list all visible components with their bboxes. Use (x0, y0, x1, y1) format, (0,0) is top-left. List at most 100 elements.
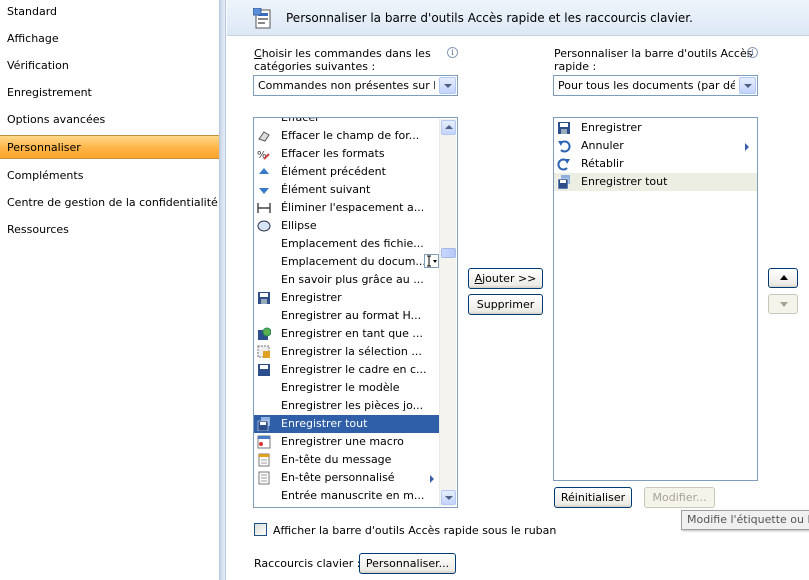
arrow-up-icon (780, 275, 788, 280)
list-item[interactable]: Annuler (554, 137, 757, 155)
show-below-ribbon-checkbox[interactable] (254, 523, 267, 536)
section-header: Personnaliser la barre d'outils Accès ra… (227, 0, 809, 36)
list-item[interactable]: Ellipse (254, 217, 440, 235)
save-all-icon (257, 417, 270, 431)
quick-access-label-line1: Personnaliser la barre d'outils Accès (554, 47, 753, 60)
nav-item-enregistrement[interactable]: Enregistrement (0, 81, 219, 105)
list-item-label: Enregistrer les pièces jo... (281, 399, 424, 412)
undo-icon (558, 140, 571, 153)
save-icon (558, 122, 570, 134)
quick-access-commands-list[interactable]: Enregistrer Annuler Rétablir Enregistrer… (553, 117, 758, 481)
save-frame-icon (258, 364, 270, 376)
chevron-down-icon[interactable] (739, 77, 756, 94)
nav-item-complements[interactable]: Compléments (0, 164, 219, 188)
keyboard-shortcuts-label: Raccourcis clavier : (254, 557, 361, 570)
nav-item-centre-confidentialite[interactable]: Centre de gestion de la confidentialité (0, 191, 219, 215)
reset-button[interactable]: Réinitialiser (554, 487, 632, 508)
list-item-selected[interactable]: Enregistrer tout (254, 415, 440, 433)
list-item[interactable]: Enregistrer au format H... (254, 307, 440, 325)
chevron-down-icon[interactable] (439, 77, 456, 94)
ellipse-icon (257, 220, 271, 232)
choose-commands-label-line1: Choisir les commandes dans les (254, 47, 431, 60)
list-item-label: Entrée manuscrite en m... (281, 489, 425, 502)
clear-formats-icon: % (257, 150, 270, 161)
list-item[interactable]: En-tête du message (254, 451, 440, 469)
add-button[interactable]: Ajouter >> (468, 268, 543, 289)
message-header-icon (258, 453, 270, 467)
nav-item-verification[interactable]: Vérification (0, 54, 219, 78)
list-item[interactable]: Emplacement du docum... (254, 253, 440, 271)
command-category-value: Commandes non présentes sur l... (258, 79, 435, 92)
move-up-button[interactable] (768, 268, 798, 288)
arrow-up-icon (259, 168, 269, 174)
list-item-label: Effacer les formats (281, 147, 385, 160)
save-as-icon (258, 327, 271, 340)
list-item[interactable]: Enregistrer (554, 119, 757, 137)
choose-commands-label-line2: catégories suivantes : (254, 60, 376, 73)
modify-button[interactable]: Modifier... (644, 487, 715, 508)
info-icon: i (747, 47, 758, 58)
scrollbar-thumb[interactable] (441, 248, 456, 258)
list-item-label: Annuler (581, 139, 624, 152)
list-item-label: Enregistrer la sélection ... (281, 345, 422, 358)
list-item-label: Enregistrer au format H... (281, 309, 422, 322)
list-item[interactable]: Effacer (254, 118, 440, 127)
list-item-label: Enregistrer une macro (281, 435, 404, 448)
list-item-label: Rétablir (581, 157, 624, 170)
list-item[interactable]: % Effacer les formats (254, 145, 440, 163)
document-scope-select[interactable]: Pour tous les documents (par dé... (553, 75, 758, 96)
list-item-label: Effacer le champ de for... (281, 129, 420, 142)
list-item-label: En-tête personnalisé (281, 471, 395, 484)
command-category-select[interactable]: Commandes non présentes sur l... (253, 75, 458, 96)
list-item[interactable]: Enregistrer une macro (254, 433, 440, 451)
scroll-up-icon[interactable] (441, 120, 456, 135)
list-item[interactable]: Emplacement des fichie... (254, 235, 440, 253)
list-item[interactable]: Enregistrer le modèle (254, 379, 440, 397)
list-item[interactable]: Élément précédent (254, 163, 440, 181)
save-icon (258, 292, 270, 304)
show-below-ribbon-label: Afficher la barre d'outils Accès rapide … (273, 524, 557, 537)
list-item-label: En-tête du message (281, 453, 392, 466)
available-commands-list[interactable]: Effacer Effacer le champ de for... % Eff… (253, 117, 458, 508)
spacing-icon (257, 203, 271, 213)
list-item[interactable]: Rétablir (554, 155, 757, 173)
list-item[interactable]: Enregistrer le cadre en c... (254, 361, 440, 379)
list-item[interactable]: Effacer le champ de for... (254, 127, 440, 145)
list-item-label: Enregistrer tout (281, 417, 368, 430)
list-item[interactable]: Éliminer l'espacement a... (254, 199, 440, 217)
svg-text:%: % (257, 150, 267, 161)
customize-toolbar-icon (253, 8, 271, 29)
list-item-label: Ellipse (281, 219, 317, 232)
scroll-down-icon[interactable] (441, 490, 456, 505)
save-all-icon (557, 175, 570, 189)
nav-item-options-avancees[interactable]: Options avancées (0, 108, 219, 132)
list-item-label: Élément suivant (281, 183, 371, 196)
list-item[interactable]: En-tête personnalisé (254, 469, 440, 487)
list-item-highlighted[interactable]: Enregistrer tout (554, 173, 757, 191)
list-item[interactable]: En savoir plus grâce au ... (254, 271, 440, 289)
text-cursor-icon (424, 254, 439, 268)
move-down-button[interactable] (768, 294, 798, 314)
remove-button[interactable]: Supprimer (468, 294, 543, 315)
list-item[interactable]: Enregistrer la sélection ... (254, 343, 440, 361)
customize-shortcuts-button[interactable]: Personnaliser... (359, 553, 456, 574)
document-scope-value: Pour tous les documents (par dé... (558, 79, 735, 92)
info-icon: i (447, 47, 458, 58)
list-item-label: Enregistrer (281, 291, 342, 304)
nav-item-affichage[interactable]: Affichage (0, 27, 219, 51)
record-macro-icon (257, 435, 271, 449)
nav-item-personnaliser[interactable]: Personnaliser (0, 135, 219, 159)
add-button-label: jouter >> (482, 272, 537, 285)
list-item[interactable]: Élément suivant (254, 181, 440, 199)
page-title: Personnaliser la barre d'outils Accès ra… (286, 11, 693, 25)
available-commands-scrollbar[interactable] (439, 119, 456, 506)
list-item[interactable]: Enregistrer les pièces jo... (254, 397, 440, 415)
list-item-label: Emplacement des fichie... (281, 237, 424, 250)
quick-access-label-line2: rapide : (554, 60, 597, 73)
nav-item-ressources[interactable]: Ressources (0, 218, 219, 242)
list-item[interactable]: Enregistrer en tant que ... (254, 325, 440, 343)
list-item[interactable]: Enregistrer (254, 289, 440, 307)
nav-item-standard[interactable]: Standard (0, 0, 219, 24)
add-button-accesskey: A (474, 272, 483, 285)
list-item[interactable]: Entrée manuscrite en m... (254, 487, 440, 505)
